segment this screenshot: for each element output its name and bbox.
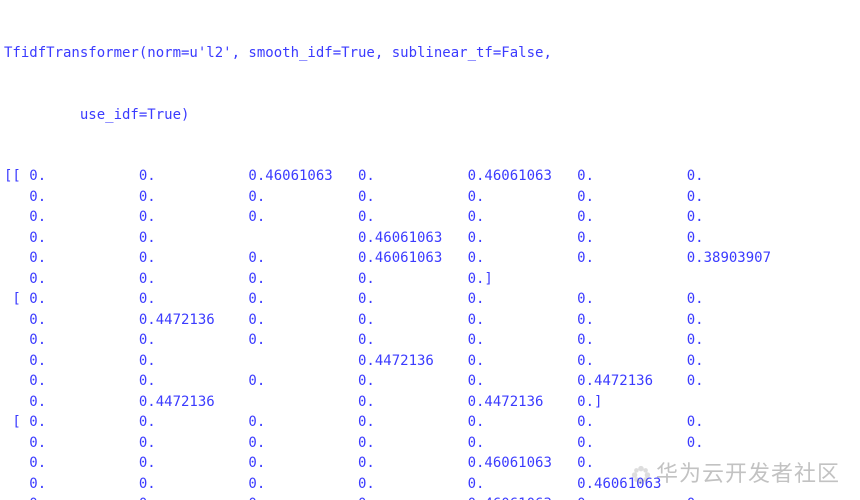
array-line: 0. 0. 0. 0. 0.46061063 0. 0.	[4, 494, 856, 500]
repr-line-2: use_idf=True)	[4, 105, 856, 126]
console-output: TfidfTransformer(norm=u'l2', smooth_idf=…	[0, 0, 860, 500]
array-line: 0. 0.4472136 0. 0.4472136 0.]	[4, 392, 856, 413]
array-line: [ 0. 0. 0. 0. 0. 0. 0.	[4, 412, 856, 433]
array-line: 0. 0. 0. 0. 0. 0.46061063	[4, 474, 856, 495]
array-line: 0. 0. 0. 0. 0.]	[4, 269, 856, 290]
array-line: [ 0. 0. 0. 0. 0. 0. 0.	[4, 289, 856, 310]
repr-line-1: TfidfTransformer(norm=u'l2', smooth_idf=…	[4, 43, 856, 64]
array-line: 0. 0. 0. 0. 0. 0. 0.	[4, 187, 856, 208]
array-line: 0. 0. 0. 0. 0. 0. 0.	[4, 330, 856, 351]
array-line: 0. 0. 0. 0. 0. 0. 0.	[4, 433, 856, 454]
array-line: 0. 0.4472136 0. 0. 0. 0. 0.	[4, 310, 856, 331]
array-line: 0. 0. 0. 0.46061063 0. 0. 0.38903907	[4, 248, 856, 269]
array-line: 0. 0. 0. 0. 0. 0. 0.	[4, 207, 856, 228]
array-line: 0. 0. 0. 0. 0.46061063 0.	[4, 453, 856, 474]
array-line: 0. 0. 0.46061063 0. 0. 0.	[4, 228, 856, 249]
array-line: 0. 0. 0. 0. 0. 0.4472136 0.	[4, 371, 856, 392]
array-output: [[ 0. 0. 0.46061063 0. 0.46061063 0. 0. …	[4, 166, 856, 500]
array-line: 0. 0. 0.4472136 0. 0. 0.	[4, 351, 856, 372]
array-line: [[ 0. 0. 0.46061063 0. 0.46061063 0. 0.	[4, 166, 856, 187]
